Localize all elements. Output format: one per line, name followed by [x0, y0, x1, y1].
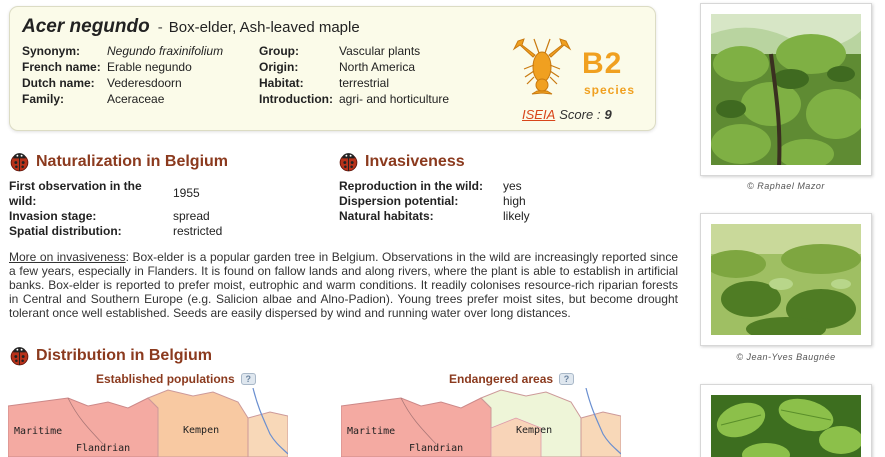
table-row: First observation in the wild: 1955: [9, 179, 329, 209]
section-title: Invasiveness: [365, 152, 465, 170]
naturalization-table: First observation in the wild: 1955 Inva…: [9, 179, 329, 239]
property-label: Dutch name:: [22, 76, 95, 90]
row-value: high: [503, 194, 526, 208]
row-value: restricted: [173, 224, 223, 238]
score-label: Score :: [559, 107, 601, 122]
row-label: Reproduction in the wild:: [339, 179, 483, 193]
property-label: French name:: [22, 60, 101, 74]
ladybug-icon: [339, 153, 358, 172]
property-row: Habitat: terrestrial: [259, 75, 449, 91]
property-row: Dutch name: Vederesdoorn: [22, 75, 223, 91]
map-region-label: Kempen: [516, 425, 553, 436]
belgium-map: [341, 388, 621, 457]
invasiveness-description: More on invasiveness: Box-elder is a pop…: [9, 250, 678, 320]
photo-caption: © Raphael Mazor: [747, 181, 825, 191]
map-title-text: Established populations: [96, 372, 235, 386]
map-region-label: Maritime: [347, 426, 396, 437]
score-value: 9: [604, 107, 612, 122]
property-label: Group:: [259, 44, 299, 58]
map-region-label: Maritime: [14, 426, 63, 437]
crayfish-icon: [512, 38, 572, 95]
property-value: Erable negundo: [107, 60, 192, 74]
property-label: Synonym:: [22, 44, 81, 58]
properties-mid: Group: Vascular plants Origin: North Ameri…: [259, 43, 449, 107]
info-icon[interactable]: ?: [240, 373, 256, 385]
property-value: Vascular plants: [339, 44, 421, 58]
map-established-populations[interactable]: Maritime Flandrian Kempen: [8, 388, 288, 457]
species-header-card: Acer negundo - Box-elder, Ash-leaved maple…: [9, 6, 656, 131]
iseia-score: ISEIA Score :9: [522, 107, 612, 122]
property-row: French name: Erable negundo: [22, 59, 223, 75]
map-endangered-areas[interactable]: Maritime Flandrian Kempen: [341, 388, 621, 457]
scientific-name: Acer negundo: [22, 16, 150, 37]
photo-image: [711, 395, 861, 457]
property-label: Introduction:: [259, 92, 333, 106]
row-value: yes: [503, 179, 522, 193]
photo-image: [711, 14, 861, 165]
property-value: Negundo fraxinifolium: [107, 44, 224, 58]
table-row: Spatial distribution: restricted: [9, 224, 329, 239]
photo-thumbnail[interactable]: [700, 213, 872, 346]
property-row: Group: Vascular plants: [259, 43, 449, 59]
table-row: Reproduction in the wild: yes: [339, 179, 659, 194]
map-title-endangered: Endangered areas ?: [449, 372, 575, 386]
ladybug-icon: [10, 347, 29, 366]
photo-caption: © Jean-Yves Baugnée: [736, 352, 836, 362]
photo-thumbnail[interactable]: [700, 3, 872, 176]
row-value: spread: [173, 209, 210, 223]
row-label: Dispersion potential:: [339, 194, 459, 208]
map-region-label: Flandrian: [409, 443, 464, 454]
row-value: 1955: [173, 186, 200, 200]
property-value: Aceraceae: [107, 92, 165, 106]
property-value: agri- and horticulture: [339, 92, 450, 106]
property-value: terrestrial: [339, 76, 390, 90]
property-row: Introduction: agri- and horticulture: [259, 91, 449, 107]
table-row: Natural habitats: likely: [339, 209, 659, 224]
photo-image: [711, 224, 861, 335]
property-row: Family: Aceraceae: [22, 91, 223, 107]
ladybug-icon: [10, 153, 29, 172]
iseia-link[interactable]: ISEIA: [522, 107, 555, 122]
more-on-invasiveness-link[interactable]: More on invasiveness: [9, 250, 126, 264]
property-label: Origin:: [259, 60, 299, 74]
table-row: Invasion stage: spread: [9, 209, 329, 224]
invasiveness-heading: Invasiveness: [338, 151, 465, 172]
naturalization-heading: Naturalization in Belgium: [9, 151, 228, 172]
property-row: Synonym: Negundo fraxinifolium: [22, 43, 223, 59]
species-title: Acer negundo - Box-elder, Ash-leaved maple: [22, 16, 360, 38]
invasiveness-table: Reproduction in the wild: yes Dispersion…: [339, 179, 659, 224]
map-region-label: Flandrian: [76, 443, 131, 454]
title-separator: -: [157, 19, 163, 36]
common-names: Box-elder, Ash-leaved maple: [168, 19, 360, 36]
properties-left: Synonym: Negundo fraxinifolium French nam…: [22, 43, 223, 107]
property-row: Origin: North America: [259, 59, 449, 75]
iseia-badge: B2 species: [508, 35, 638, 97]
distribution-heading: Distribution in Belgium: [9, 345, 212, 366]
property-label: Habitat:: [259, 76, 304, 90]
property-label: Family:: [22, 92, 65, 106]
property-value: Vederesdoorn: [107, 76, 182, 90]
row-label-cont: wild:: [9, 194, 37, 208]
row-value: likely: [503, 209, 530, 223]
iseia-subtitle: species: [584, 83, 636, 97]
section-title: Distribution in Belgium: [36, 346, 212, 364]
info-icon[interactable]: ?: [559, 373, 575, 385]
photo-thumbnail[interactable]: [700, 384, 872, 457]
table-row: Dispersion potential: high: [339, 194, 659, 209]
row-label: Invasion stage:: [9, 209, 97, 223]
row-label: Spatial distribution:: [9, 224, 122, 238]
row-label: Natural habitats:: [339, 209, 434, 223]
property-value: North America: [339, 60, 416, 74]
iseia-category: B2: [582, 47, 623, 80]
section-title: Naturalization in Belgium: [36, 152, 229, 170]
map-title-text: Endangered areas: [449, 372, 554, 386]
belgium-map: [8, 388, 288, 457]
map-region-label: Kempen: [183, 425, 220, 436]
map-title-established: Established populations ?: [96, 372, 256, 386]
row-label: First observation in the: [9, 179, 142, 193]
